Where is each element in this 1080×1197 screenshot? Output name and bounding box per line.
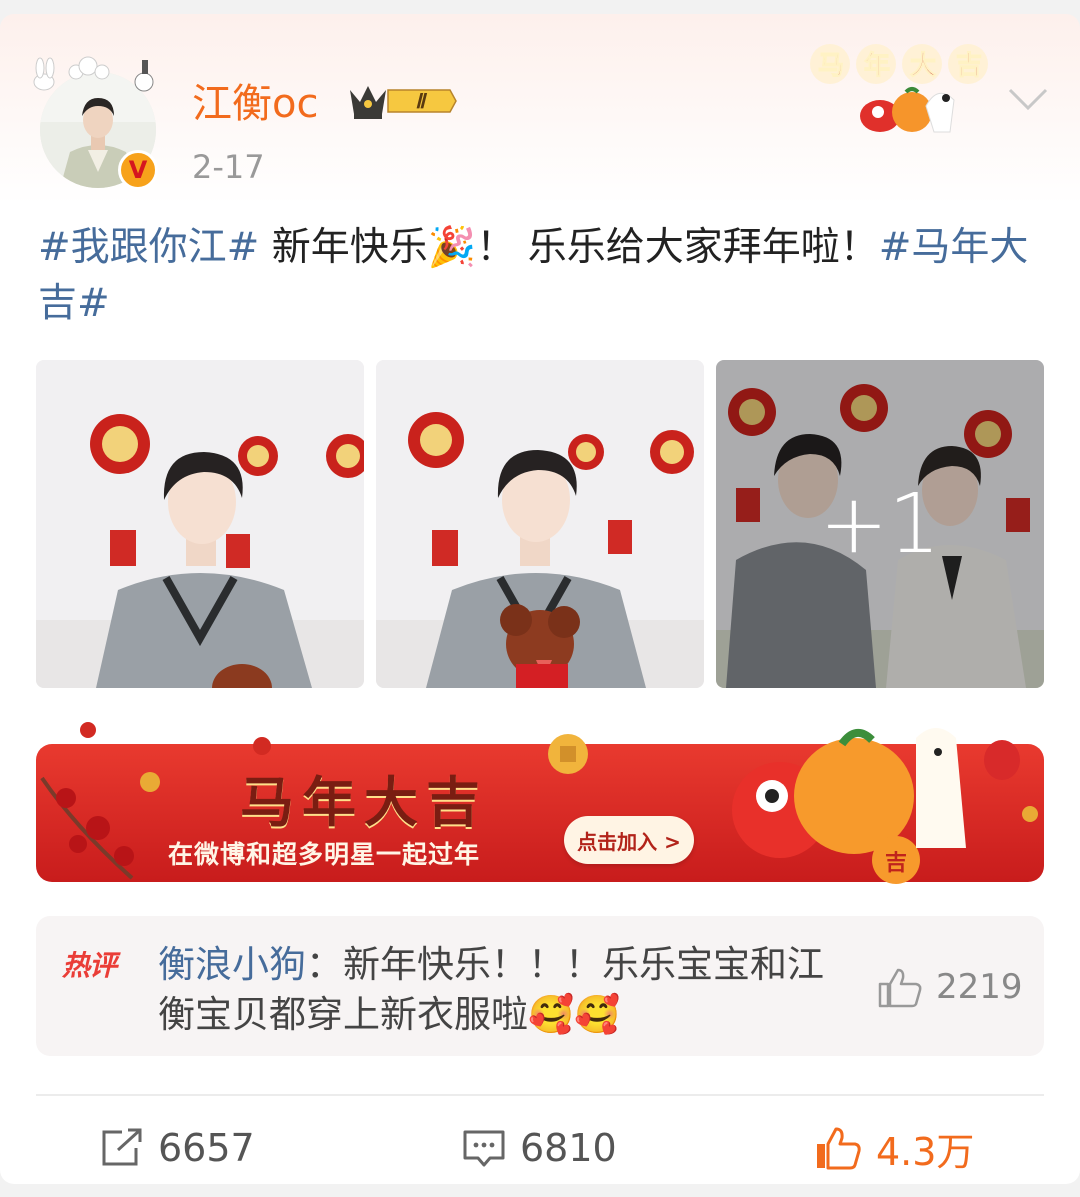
hot-comment-tag: 热评 <box>62 949 117 982</box>
post-body: 新年快乐🎉！ 乐乐给大家拜年啦！ <box>259 225 879 270</box>
comment-username[interactable]: 衡浪小狗 <box>158 943 306 986</box>
banner-subtitle: 在微博和超多明星一起过年 <box>168 840 481 869</box>
avatar-pendant-icon <box>33 56 154 92</box>
badge-char-2: 年 <box>864 50 890 81</box>
badge-char-4: 吉 <box>956 51 982 81</box>
svg-text:吉: 吉 <box>885 850 907 876</box>
post-image[interactable] <box>36 360 364 688</box>
post-image[interactable] <box>376 360 704 688</box>
post-image-more[interactable]: +1 <box>716 360 1044 688</box>
thumbs-up-icon <box>817 1127 861 1170</box>
comment-button[interactable]: 6810 <box>462 1122 617 1174</box>
banner-title: 马年大吉 <box>240 771 488 834</box>
divider <box>36 1094 1044 1096</box>
horse-year-event-banner[interactable]: 吉 马年大吉 在微博和超多明星一起过年 点击加入 > <box>36 718 1044 888</box>
weibo-post-card: V 江衡oc Ⅱ 2-17 马 年 大 吉 #我跟你江# 新年快乐🎉！ 乐乐给大 <box>0 14 1080 1184</box>
more-images-count: +1 <box>716 360 1044 688</box>
badge-char-1: 马 <box>818 51 844 81</box>
repost-count: 6657 <box>158 1126 255 1170</box>
comment-count: 6810 <box>520 1126 617 1170</box>
repost-button[interactable]: 6657 <box>100 1122 255 1174</box>
hot-comment[interactable]: 热评 衡浪小狗：新年快乐！！！乐乐宝宝和江衡宝贝都穿上新衣服啦🥰🥰 2219 <box>36 916 1044 1056</box>
like-button[interactable]: 4.3万 <box>814 1122 974 1174</box>
like-count: 4.3万 <box>876 1129 975 1174</box>
repost-icon <box>102 1128 142 1166</box>
comment-separator: ： <box>306 943 343 986</box>
member-crown-icon[interactable]: Ⅱ <box>346 80 458 122</box>
post-date: 2-17 <box>192 148 265 186</box>
thumbs-up-icon[interactable] <box>876 966 924 1008</box>
chevron-down-icon[interactable] <box>1006 84 1050 114</box>
username[interactable]: 江衡oc <box>192 78 318 130</box>
horse-year-badge-icon[interactable]: 马 年 大 吉 <box>806 36 1006 136</box>
comment-icon <box>463 1130 505 1167</box>
post-text: #我跟你江# 新年快乐🎉！ 乐乐给大家拜年啦！#马年大吉# <box>38 220 1038 332</box>
comment-like-count: 2219 <box>936 967 1023 1007</box>
topic-link[interactable]: #我跟你江# <box>38 225 259 270</box>
hot-comment-text: 衡浪小狗：新年快乐！！！乐乐宝宝和江衡宝贝都穿上新衣服啦🥰🥰 <box>158 940 858 1040</box>
badge-char-3: 大 <box>910 51 936 81</box>
join-button[interactable]: 点击加入 > <box>564 816 694 864</box>
verified-badge-icon: V <box>118 150 158 190</box>
